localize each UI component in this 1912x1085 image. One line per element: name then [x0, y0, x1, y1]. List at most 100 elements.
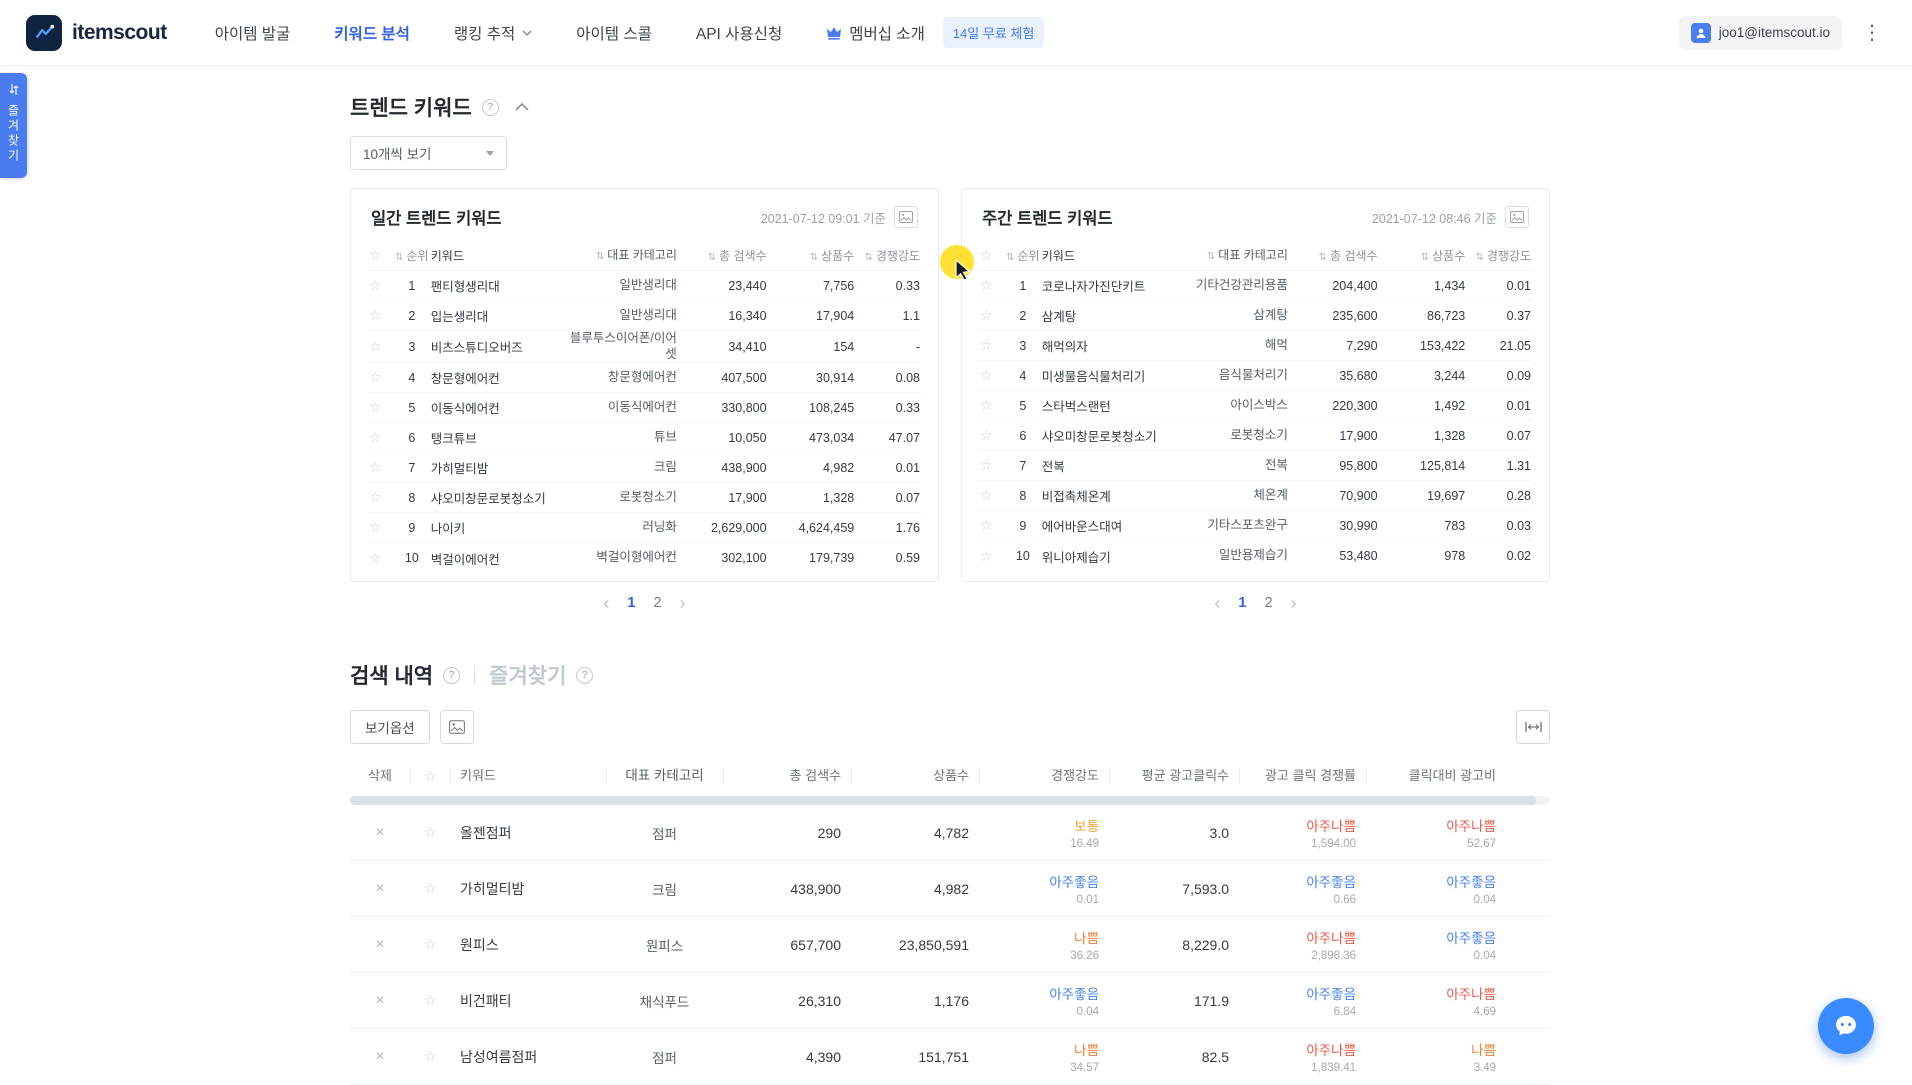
column-cost-per-click-ratio[interactable]: 클릭대비 광고비: [1366, 767, 1550, 785]
favorite-star-icon[interactable]: ☆: [369, 459, 382, 475]
favorite-star-icon[interactable]: ☆: [369, 369, 382, 385]
sort-icon[interactable]: ⇅: [1475, 252, 1483, 263]
horizontal-scrollbar-thumb[interactable]: [350, 796, 1536, 806]
keyword-link[interactable]: 전복: [1042, 456, 1177, 475]
sort-icon[interactable]: ⇅: [1421, 252, 1429, 263]
page-2[interactable]: 2: [1265, 595, 1273, 611]
keyword-link[interactable]: 샤오미창문로봇청소기: [431, 488, 566, 507]
nav-api-request[interactable]: API 사용신청: [696, 22, 782, 44]
favorite-star-icon[interactable]: ☆: [980, 457, 993, 473]
keyword-link[interactable]: 남성여름점퍼: [450, 1047, 606, 1067]
keyword-link[interactable]: 탱크튜브: [431, 428, 566, 447]
delete-row-icon[interactable]: ×: [375, 824, 384, 841]
favorite-star-icon[interactable]: ☆: [424, 936, 437, 952]
nav-ranking-tracker[interactable]: 랭킹 추적: [454, 22, 532, 44]
delete-row-icon[interactable]: ×: [375, 880, 384, 897]
help-icon[interactable]: ?: [576, 666, 594, 684]
nav-item-discovery[interactable]: 아이템 발굴: [215, 22, 291, 44]
nav-item-school[interactable]: 아이템 스콜: [576, 22, 652, 44]
nav-keyword-analysis[interactable]: 키워드 분석: [334, 22, 410, 44]
keyword-link[interactable]: 가히멀티밤: [431, 458, 566, 477]
sort-icon[interactable]: ⇅: [708, 252, 716, 263]
favorite-star-icon[interactable]: ☆: [424, 824, 437, 840]
chat-widget-button[interactable]: [1818, 998, 1874, 1054]
keyword-link[interactable]: 미생물음식물처리기: [1042, 366, 1177, 385]
keyword-link[interactable]: 위니아제습기: [1042, 547, 1177, 566]
keyword-link[interactable]: 비건패티: [450, 991, 606, 1011]
favorite-star-icon[interactable]: ☆: [980, 548, 993, 564]
favorite-star-icon[interactable]: ☆: [369, 429, 382, 445]
page-2[interactable]: 2: [654, 595, 662, 611]
expand-table-button[interactable]: [1516, 710, 1550, 745]
favorite-star-icon[interactable]: ☆: [980, 337, 993, 353]
sort-icon[interactable]: ⇅: [1319, 252, 1327, 263]
page-1[interactable]: 1: [627, 595, 635, 611]
keyword-link[interactable]: 벽걸이에어컨: [431, 549, 566, 568]
prev-page-icon[interactable]: ‹: [1214, 594, 1220, 612]
delete-row-icon[interactable]: ×: [375, 936, 384, 953]
keyword-link[interactable]: 스타벅스랜턴: [1042, 396, 1177, 415]
favorite-star-icon[interactable]: ☆: [369, 489, 382, 505]
favorite-star-icon[interactable]: ☆: [369, 550, 382, 566]
favorite-star-icon[interactable]: ☆: [369, 277, 382, 293]
prev-page-icon[interactable]: ‹: [603, 594, 609, 612]
keyword-link[interactable]: 이동식에어컨: [431, 398, 566, 417]
account-chip[interactable]: joo1@itemscout.io: [1678, 15, 1842, 50]
free-trial-badge[interactable]: 14일 무료 체험: [942, 17, 1045, 48]
column-keyword[interactable]: 키워드: [450, 767, 606, 785]
favorites-tab-title[interactable]: 즐겨찾기: [489, 660, 566, 690]
next-page-icon[interactable]: ›: [1291, 594, 1297, 612]
save-image-button[interactable]: [894, 206, 918, 228]
nav-membership[interactable]: 멤버십 소개: [826, 22, 925, 44]
favorite-star-icon[interactable]: ☆: [369, 307, 382, 323]
page-size-select[interactable]: 10개씩 보기: [350, 136, 507, 170]
favorite-star-icon[interactable]: ☆: [980, 517, 993, 533]
favorite-star-icon[interactable]: ☆: [424, 880, 437, 896]
column-ad-click-ratio[interactable]: 광고 클릭 경쟁률: [1239, 767, 1366, 785]
favorite-star-icon[interactable]: ☆: [980, 367, 993, 383]
keyword-link[interactable]: 코로나자가진단키트: [1042, 276, 1177, 295]
favorite-star-icon[interactable]: ☆: [980, 307, 993, 323]
save-image-button[interactable]: [1505, 206, 1529, 228]
keyword-link[interactable]: 비접촉체온계: [1042, 486, 1177, 505]
keyword-link[interactable]: 에어바운스대여: [1042, 516, 1177, 535]
column-avg-ad-clicks[interactable]: 평균 광고클릭수: [1109, 767, 1239, 785]
keyword-link[interactable]: 창문형에어컨: [431, 368, 566, 387]
sort-icon[interactable]: ⇅: [1006, 252, 1014, 263]
keyword-link[interactable]: 올젠점퍼: [450, 823, 606, 843]
column-category[interactable]: 대표 카테고리: [606, 767, 723, 785]
favorite-star-icon[interactable]: ☆: [369, 399, 382, 415]
itemscout-logo[interactable]: itemscout: [26, 14, 167, 51]
favorite-star-icon[interactable]: ☆: [980, 487, 993, 503]
sort-icon[interactable]: ⇅: [395, 252, 403, 263]
help-icon[interactable]: ?: [481, 98, 499, 116]
keyword-link[interactable]: 나이키: [431, 518, 566, 537]
keyword-link[interactable]: 비츠스튜디오버즈: [431, 337, 566, 356]
more-menu-icon[interactable]: ⋮: [1858, 20, 1886, 45]
favorite-star-icon[interactable]: ☆: [980, 277, 993, 293]
view-options-button[interactable]: 보기옵션: [350, 710, 430, 745]
favorite-star-icon[interactable]: ☆: [424, 992, 437, 1008]
collapse-section-button[interactable]: [515, 103, 529, 111]
favorite-star-icon[interactable]: ☆: [369, 338, 382, 354]
sort-icon[interactable]: ⇅: [1207, 251, 1215, 262]
favorites-side-tab[interactable]: 즐겨찾기: [0, 73, 27, 178]
column-products[interactable]: 상품수: [851, 767, 979, 785]
favorite-star-icon[interactable]: ☆: [424, 1048, 437, 1064]
favorite-star-icon[interactable]: ☆: [980, 427, 993, 443]
delete-row-icon[interactable]: ×: [375, 1048, 384, 1065]
page-1[interactable]: 1: [1238, 595, 1246, 611]
keyword-link[interactable]: 가히멀티밤: [450, 879, 606, 899]
keyword-link[interactable]: 팬티형생리대: [431, 276, 566, 295]
sort-icon[interactable]: ⇅: [810, 252, 818, 263]
column-search[interactable]: 총 검색수: [723, 767, 851, 785]
delete-row-icon[interactable]: ×: [375, 992, 384, 1009]
column-competition[interactable]: 경쟁강도: [979, 767, 1109, 785]
sort-icon[interactable]: ⇅: [864, 252, 872, 263]
keyword-link[interactable]: 원피스: [450, 935, 606, 955]
sort-icon[interactable]: ⇅: [596, 251, 604, 262]
favorite-star-icon[interactable]: ☆: [980, 397, 993, 413]
keyword-link[interactable]: 해먹의자: [1042, 336, 1177, 355]
next-page-icon[interactable]: ›: [680, 594, 686, 612]
keyword-link[interactable]: 샤오미창문로봇청소기: [1042, 426, 1177, 445]
